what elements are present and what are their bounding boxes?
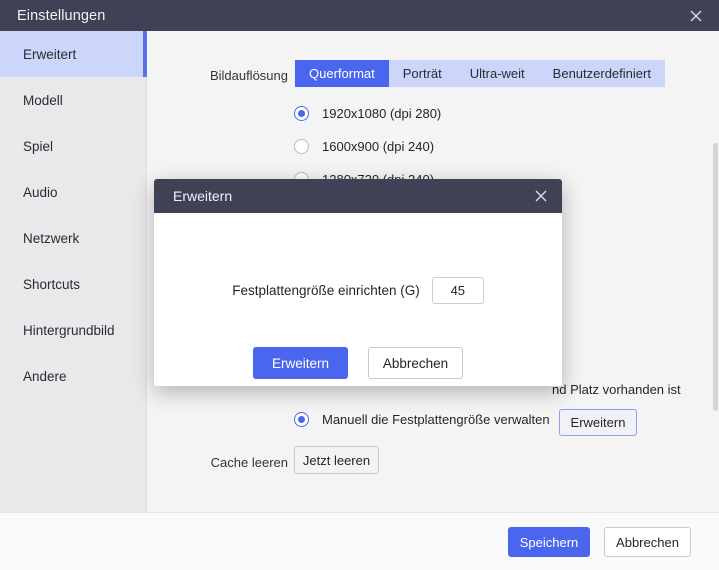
dialog-close-button[interactable] (520, 179, 562, 213)
tab-ultra-weit[interactable]: Ultra-weit (456, 60, 539, 87)
resolution-option-1600x900[interactable]: 1600x900 (dpi 240) (294, 130, 441, 163)
sidebar-item-modell[interactable]: Modell (0, 77, 146, 123)
sidebar-item-label: Hintergrundbild (23, 322, 115, 338)
resolution-label: Bildauflösung (209, 68, 288, 83)
save-button[interactable]: Speichern (508, 527, 590, 557)
dialog-confirm-button[interactable]: Erweitern (253, 347, 348, 379)
storage-expand-button[interactable]: Erweitern (559, 409, 637, 436)
storage-auto-option-label: nd Platz vorhanden ist (552, 382, 681, 397)
dialog-titlebar: Erweitern (154, 179, 562, 213)
content-scrollbar[interactable] (711, 31, 719, 512)
sidebar-item-shortcuts[interactable]: Shortcuts (0, 261, 146, 307)
tab-querformat[interactable]: Querformat (295, 60, 389, 87)
tab-label: Ultra-weit (469, 66, 525, 81)
cache-section: Cache leeren (148, 448, 719, 470)
disk-size-field-row: Festplattengröße einrichten (G) (154, 277, 562, 304)
dialog-body: Festplattengröße einrichten (G) Erweiter… (154, 213, 562, 386)
sidebar-item-label: Andere (23, 368, 67, 384)
storage-manual-option-label: Manuell die Festplattengröße verwalten (322, 412, 550, 427)
tab-label: Benutzerdefiniert (552, 66, 651, 81)
cancel-button[interactable]: Abbrechen (604, 527, 691, 557)
disk-size-input[interactable] (431, 277, 484, 304)
window-titlebar: Einstellungen (0, 0, 719, 31)
cache-label: Cache leeren (210, 455, 288, 470)
sidebar-item-label: Audio (23, 184, 58, 200)
window-footer: Speichern Abbrechen (0, 512, 719, 570)
sidebar-item-label: Modell (23, 92, 63, 108)
scrollbar-thumb[interactable] (713, 143, 718, 411)
sidebar-item-label: Netzwerk (23, 230, 80, 246)
resolution-option-label: 1920x1080 (dpi 280) (322, 106, 442, 121)
resolution-option-1920x1080[interactable]: 1920x1080 (dpi 280) (294, 97, 441, 130)
dialog-title: Erweitern (173, 188, 233, 204)
page-title: Einstellungen (17, 7, 106, 24)
resolution-tabbar: Querformat Porträt Ultra-weit Benutzerde… (295, 60, 665, 87)
sidebar-item-erweitert[interactable]: Erweitert (0, 31, 147, 77)
sidebar-item-audio[interactable]: Audio (0, 169, 146, 215)
cache-clear-button[interactable]: Jetzt leeren (294, 446, 379, 474)
close-icon (535, 190, 547, 202)
tab-label: Porträt (402, 66, 442, 81)
radio-icon[interactable] (294, 412, 309, 427)
close-icon (690, 10, 702, 21)
radio-icon[interactable] (294, 139, 309, 154)
sidebar-item-spiel[interactable]: Spiel (0, 123, 146, 169)
sidebar-item-label: Erweitert (23, 46, 77, 62)
radio-icon[interactable] (294, 106, 309, 121)
tab-benutzerdefiniert[interactable]: Benutzerdefiniert (539, 60, 665, 87)
storage-manual-option[interactable]: Manuell die Festplattengröße verwalten (294, 412, 550, 427)
dialog-cancel-button[interactable]: Abbrechen (368, 347, 463, 379)
tab-portraet[interactable]: Porträt (389, 60, 456, 87)
tab-label: Querformat (309, 66, 375, 81)
disk-size-label: Festplattengröße einrichten (G) (232, 283, 420, 298)
resolution-option-label: 1600x900 (dpi 240) (322, 139, 435, 154)
settings-sidebar: Erweitert Modell Spiel Audio Netzwerk Sh… (0, 31, 147, 512)
sidebar-item-hintergrundbild[interactable]: Hintergrundbild (0, 307, 146, 353)
sidebar-item-label: Shortcuts (23, 276, 81, 292)
sidebar-item-label: Spiel (23, 138, 54, 154)
sidebar-item-andere[interactable]: Andere (0, 353, 146, 399)
settings-window: Einstellungen Erweitert Modell Spiel Aud… (0, 0, 719, 570)
dialog-actions: Erweitern Abbrechen (154, 347, 562, 379)
sidebar-item-netzwerk[interactable]: Netzwerk (0, 215, 146, 261)
window-close-button[interactable] (673, 0, 719, 31)
expand-dialog: Erweitern Festplattengröße einrichten (G… (154, 179, 562, 386)
